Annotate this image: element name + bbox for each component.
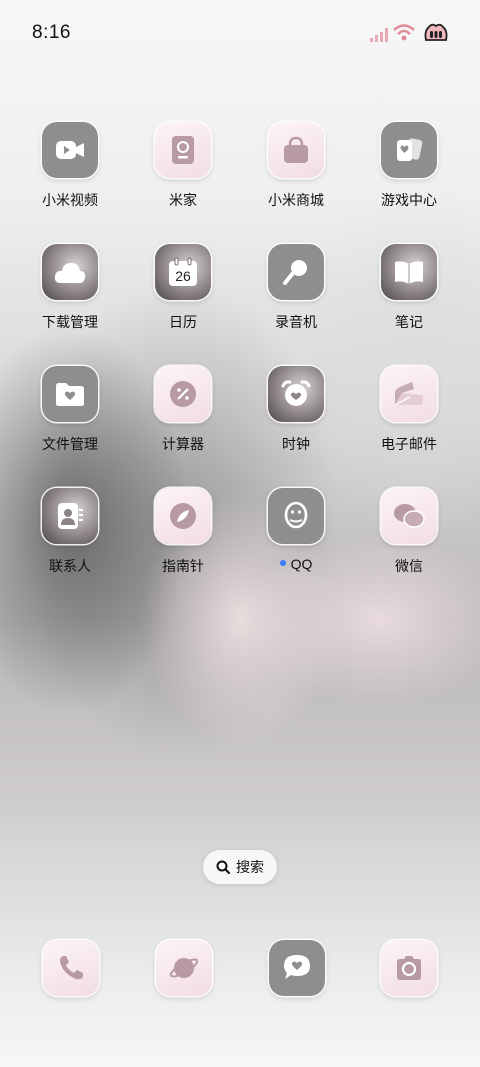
- signal-icon: [370, 28, 388, 42]
- message-heart-icon: [269, 940, 325, 996]
- app-calculator[interactable]: 计算器: [133, 366, 233, 476]
- wifi-icon: [393, 24, 415, 41]
- app-xiaomi-video[interactable]: 小米视频: [20, 122, 120, 232]
- wechat-bubbles-icon: [381, 488, 437, 544]
- app-label: 米家: [169, 192, 197, 208]
- app-label: 下载管理: [42, 314, 98, 330]
- app-label: 录音机: [275, 314, 317, 330]
- app-email[interactable]: 电子邮件: [359, 366, 459, 476]
- app-label: 计算器: [162, 436, 204, 452]
- app-label: 游戏中心: [381, 192, 437, 208]
- app-contacts[interactable]: 联系人: [20, 488, 120, 598]
- app-label: 指南针: [162, 558, 204, 574]
- app-game-center[interactable]: 游戏中心: [359, 122, 459, 232]
- alarm-clock-icon: [268, 366, 324, 422]
- app-mijia[interactable]: 米家: [133, 122, 233, 232]
- dock-browser[interactable]: [156, 940, 212, 996]
- game-cards-icon: [381, 122, 437, 178]
- app-clock[interactable]: 时钟: [246, 366, 346, 476]
- app-label: 日历: [169, 314, 197, 330]
- phone-icon: [43, 940, 99, 996]
- battery-icon: [424, 23, 448, 41]
- camera-icon: [381, 940, 437, 996]
- app-calendar[interactable]: 26 日历: [133, 244, 233, 354]
- app-xiaomi-mall[interactable]: 小米商城: [246, 122, 346, 232]
- qq-penguin-icon: [268, 488, 324, 544]
- contacts-card-icon: [42, 488, 98, 544]
- dock-messages[interactable]: [269, 940, 325, 996]
- email-icon: [381, 366, 437, 422]
- app-label: 小米视频: [42, 192, 98, 208]
- app-recorder[interactable]: 录音机: [246, 244, 346, 354]
- compass-icon: [155, 488, 211, 544]
- mijia-device-icon: [155, 122, 211, 178]
- status-clock: 8:16: [32, 22, 71, 43]
- app-wechat[interactable]: 微信: [359, 488, 459, 598]
- shopping-bag-icon: [268, 122, 324, 178]
- app-notes[interactable]: 笔记: [359, 244, 459, 354]
- app-qq[interactable]: QQ: [246, 488, 346, 598]
- cloud-download-icon: [42, 244, 98, 300]
- calculator-icon: [155, 366, 211, 422]
- status-bar: 8:16: [0, 0, 480, 68]
- folder-heart-icon: [42, 366, 98, 422]
- video-camera-icon: [42, 122, 98, 178]
- app-label: 文件管理: [42, 436, 98, 452]
- dock-camera[interactable]: [381, 940, 437, 996]
- app-label: 笔记: [395, 314, 423, 330]
- search-label: 搜索: [236, 859, 264, 875]
- app-label: QQ: [236, 556, 356, 572]
- new-indicator-dot: [279, 560, 286, 567]
- microphone-icon: [268, 244, 324, 300]
- app-label: 联系人: [49, 558, 91, 574]
- app-file-manager[interactable]: 文件管理: [20, 366, 120, 476]
- notebook-icon: [381, 244, 437, 300]
- planet-icon: [156, 940, 212, 996]
- app-compass[interactable]: 指南针: [133, 488, 233, 598]
- app-label: 小米商城: [268, 192, 324, 208]
- app-label: 电子邮件: [381, 436, 437, 452]
- calendar-date: 26: [175, 268, 191, 284]
- app-label: 时钟: [282, 436, 310, 452]
- dock-phone[interactable]: [43, 940, 99, 996]
- search-button[interactable]: 搜索: [203, 850, 277, 884]
- search-icon: [216, 860, 230, 874]
- calendar-icon: 26: [155, 244, 211, 300]
- app-download-manager[interactable]: 下载管理: [20, 244, 120, 354]
- app-label: 微信: [395, 558, 423, 574]
